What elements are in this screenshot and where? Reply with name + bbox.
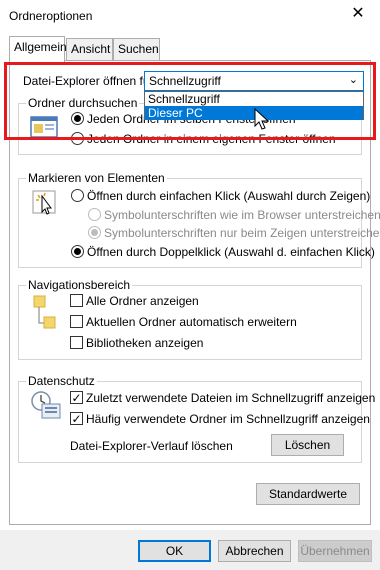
- privacy-history-icon: [31, 391, 61, 419]
- radio-underline-browser[interactable]: [88, 208, 101, 221]
- checkbox-show-all-folders[interactable]: [70, 294, 83, 307]
- radio-double-click[interactable]: [71, 245, 84, 258]
- navigation-legend: Navigationsbereich: [26, 278, 133, 292]
- radio-single-click[interactable]: [71, 189, 84, 202]
- checkbox-show-libraries[interactable]: [70, 336, 83, 349]
- radio-underline-hover[interactable]: [88, 226, 101, 239]
- checkbox-recent-files[interactable]: [70, 391, 83, 404]
- apply-button[interactable]: Übernehmen: [298, 540, 372, 562]
- radio-underline-hover-label: Symbolunterschriften nur beim Zeigen unt…: [104, 226, 380, 240]
- radio-single-click-label: Öffnen durch einfachen Klick (Auswahl du…: [87, 189, 371, 203]
- click-items-legend: Markieren von Elementen: [26, 171, 167, 185]
- tab-ansicht[interactable]: Ansicht: [66, 38, 113, 60]
- navigation-tree-icon: [33, 295, 56, 329]
- privacy-legend: Datenschutz: [26, 374, 97, 388]
- close-icon[interactable]: ✕: [348, 4, 368, 24]
- checkbox-show-all-folders-label: Alle Ordner anzeigen: [86, 294, 199, 308]
- restore-defaults-button[interactable]: Standardwerte: [256, 483, 360, 505]
- clear-history-button[interactable]: Löschen: [271, 434, 344, 456]
- checkbox-expand-current-folder[interactable]: [70, 315, 83, 328]
- checkbox-frequent-folders-label: Häufig verwendete Ordner im Schnellzugri…: [86, 412, 370, 426]
- clear-history-label: Datei-Explorer-Verlauf löschen: [70, 439, 233, 453]
- checkbox-show-libraries-label: Bibliotheken anzeigen: [86, 336, 204, 350]
- window-title: Ordneroptionen: [9, 9, 93, 23]
- cancel-button[interactable]: Abbrechen: [218, 540, 291, 562]
- tab-allgemein[interactable]: Allgemein: [9, 36, 67, 62]
- pointer-click-icon: [32, 190, 56, 215]
- highlight-annotation-box: [4, 62, 376, 140]
- tab-suchen[interactable]: Suchen: [113, 38, 160, 60]
- radio-underline-browser-label: Symbolunterschriften wie im Browser unte…: [104, 208, 380, 222]
- checkbox-recent-files-label: Zuletzt verwendete Dateien im Schnellzug…: [86, 391, 376, 405]
- checkbox-frequent-folders[interactable]: [70, 412, 83, 425]
- checkbox-expand-current-folder-label: Aktuellen Ordner automatisch erweitern: [86, 315, 297, 329]
- radio-double-click-label: Öffnen durch Doppelklick (Auswahl d. ein…: [87, 245, 375, 259]
- ok-button[interactable]: OK: [138, 540, 211, 562]
